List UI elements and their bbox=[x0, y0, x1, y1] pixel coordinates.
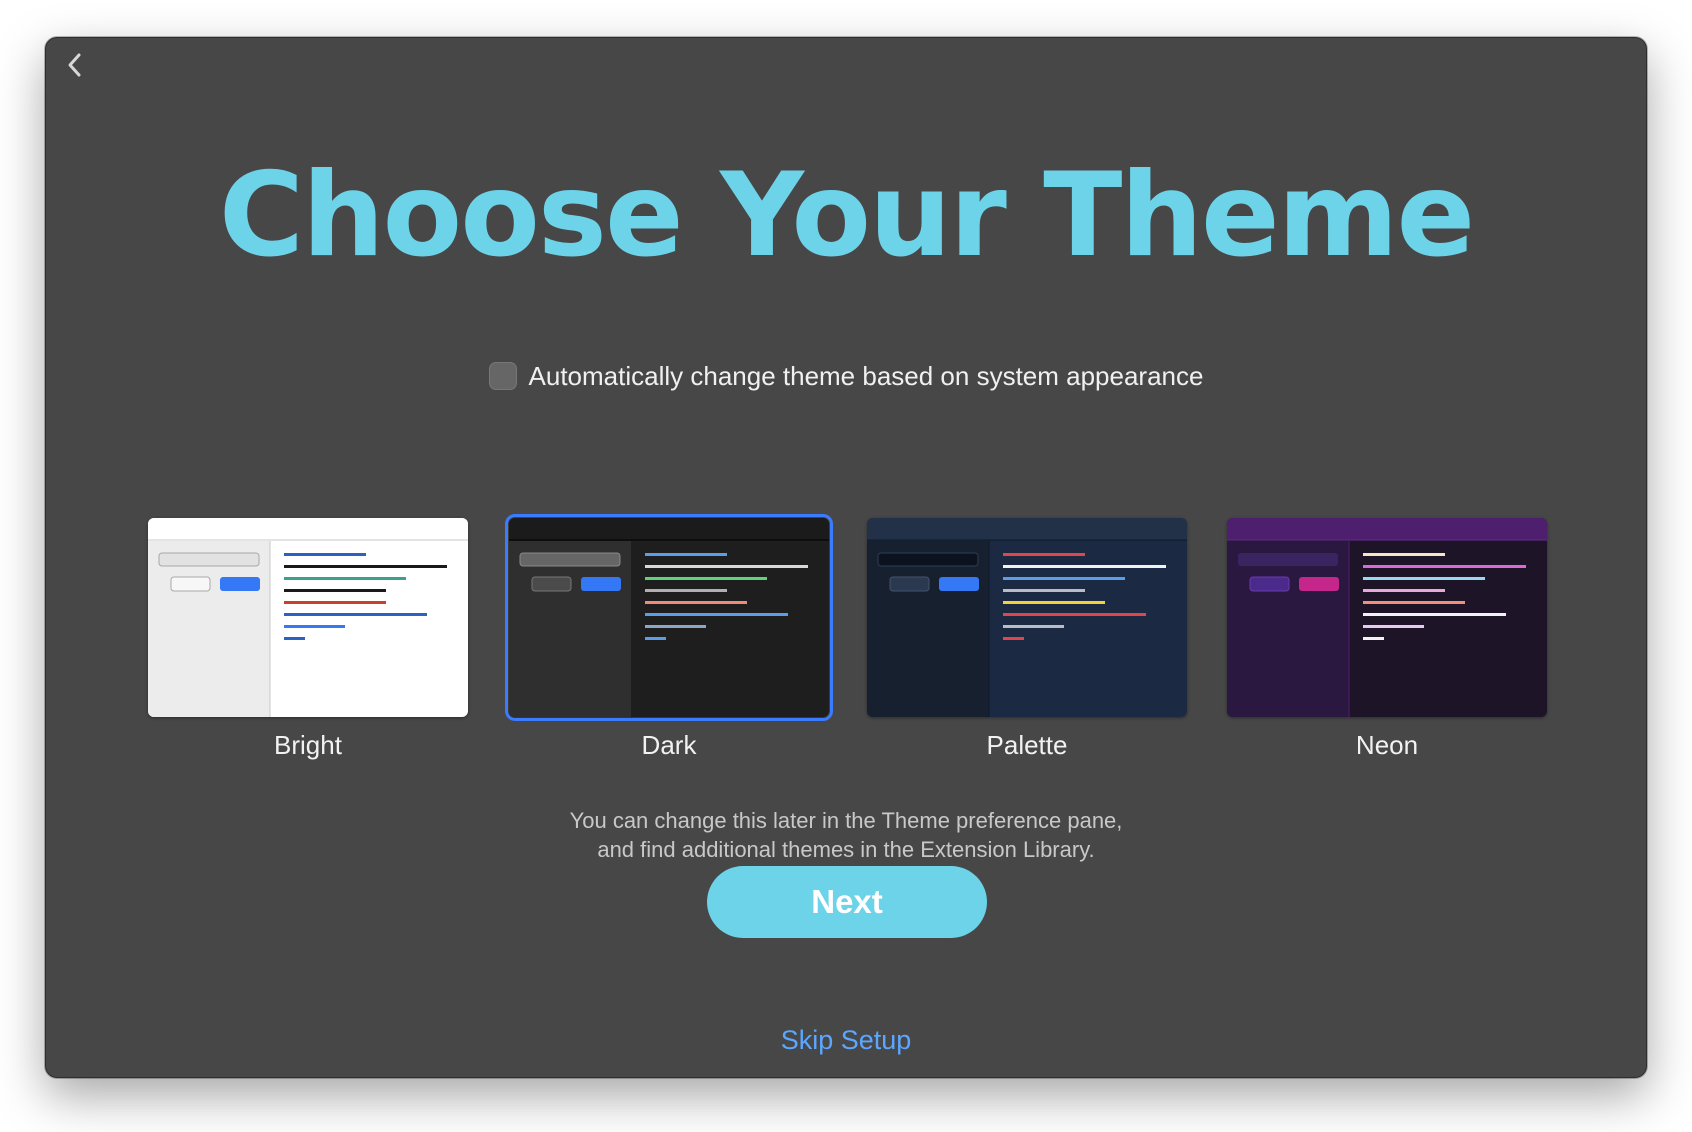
auto-theme-row[interactable]: Automatically change theme based on syst… bbox=[46, 361, 1646, 391]
theme-thumbnail-dark bbox=[505, 514, 833, 721]
next-button[interactable]: Next bbox=[707, 866, 987, 938]
back-button[interactable] bbox=[58, 48, 92, 82]
theme-thumbnail-neon bbox=[1227, 518, 1547, 717]
setup-window: Choose Your Theme Automatically change t… bbox=[45, 37, 1647, 1078]
theme-option-neon[interactable]: Neon bbox=[1227, 518, 1547, 760]
skip-setup-link[interactable]: Skip Setup bbox=[46, 1025, 1646, 1055]
helper-text-line-2: and find additional themes in the Extens… bbox=[597, 837, 1095, 862]
theme-label-palette: Palette bbox=[986, 730, 1068, 760]
theme-option-dark[interactable]: Dark bbox=[505, 514, 833, 760]
theme-thumbnail-palette bbox=[867, 518, 1187, 717]
helper-text: You can change this later in the Theme p… bbox=[46, 806, 1646, 864]
auto-theme-label[interactable]: Automatically change theme based on syst… bbox=[529, 361, 1204, 391]
theme-label-neon: Neon bbox=[1355, 730, 1419, 760]
theme-label-bright: Bright bbox=[274, 730, 342, 760]
page-title: Choose Your Theme bbox=[218, 148, 1475, 283]
helper-text-line-1: You can change this later in the Theme p… bbox=[569, 808, 1123, 833]
chevron-left-icon bbox=[68, 53, 81, 77]
skip-setup-label[interactable]: Skip Setup bbox=[781, 1025, 912, 1055]
theme-option-palette[interactable]: Palette bbox=[867, 518, 1187, 760]
theme-thumbnail-bright bbox=[148, 518, 468, 717]
theme-option-bright[interactable]: Bright bbox=[148, 518, 468, 760]
auto-theme-checkbox[interactable] bbox=[488, 362, 517, 390]
theme-label-dark: Dark bbox=[641, 730, 697, 760]
